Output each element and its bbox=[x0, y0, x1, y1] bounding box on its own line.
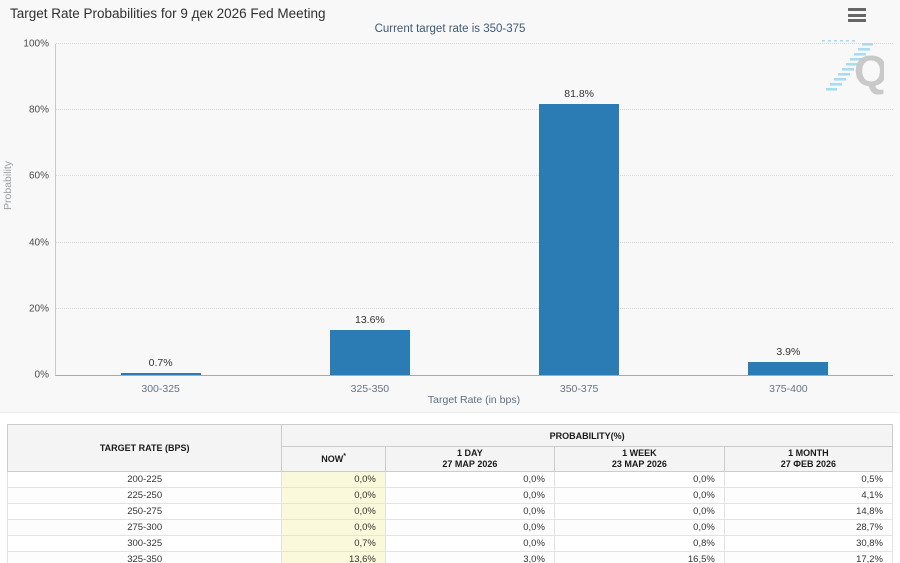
probability-now-cell: 0,0% bbox=[282, 472, 386, 488]
probability-now-cell: 0,7% bbox=[282, 536, 386, 552]
plot-area: 0%20%40%60%80%100%0.7%300-32513.6%325-35… bbox=[55, 44, 893, 376]
y-axis-tick-label: 60% bbox=[29, 171, 49, 182]
current-target-rate-subtitle: Current target rate is 350-375 bbox=[0, 23, 900, 35]
probability-1week-cell: 0,0% bbox=[554, 504, 724, 520]
probability-bar[interactable] bbox=[330, 330, 410, 375]
rate-cell: 275-300 bbox=[8, 520, 282, 536]
probability-1month-cell: 14,8% bbox=[724, 504, 892, 520]
y-axis-tick-label: 20% bbox=[29, 303, 49, 314]
rate-cell: 225-250 bbox=[8, 488, 282, 504]
rate-cell: 200-225 bbox=[8, 472, 282, 488]
probability-1month-cell: 17,2% bbox=[724, 552, 892, 563]
quandl-watermark-icon: Q bbox=[820, 40, 884, 100]
table-row: 200-2250,0%0,0%0,0%0,5% bbox=[8, 472, 893, 488]
probability-now-cell: 0,0% bbox=[282, 488, 386, 504]
column-header-1-month: 1 MONTH 27 ФЕВ 2026 bbox=[724, 447, 892, 472]
probability-bar[interactable] bbox=[121, 373, 201, 375]
probability-1day-cell: 0,0% bbox=[385, 536, 554, 552]
probability-1month-cell: 28,7% bbox=[724, 520, 892, 536]
probability-1week-cell: 0,8% bbox=[554, 536, 724, 552]
y-axis-tick-label: 0% bbox=[35, 370, 49, 381]
probability-1day-cell: 0,0% bbox=[385, 520, 554, 536]
chart-title: Target Rate Probabilities for 9 дек 2026… bbox=[10, 6, 325, 21]
table-row: 275-3000,0%0,0%0,0%28,7% bbox=[8, 520, 893, 536]
gridline bbox=[56, 308, 893, 309]
probability-1month-cell: 4,1% bbox=[724, 488, 892, 504]
gridline bbox=[56, 43, 893, 44]
probability-1day-cell: 0,0% bbox=[385, 488, 554, 504]
rate-cell: 325-350 bbox=[8, 552, 282, 563]
column-header-now: NOW* bbox=[282, 447, 386, 472]
rate-cell: 300-325 bbox=[8, 536, 282, 552]
bar-value-label: 13.6% bbox=[355, 314, 385, 326]
table-row: 300-3250,7%0,0%0,8%30,8% bbox=[8, 536, 893, 552]
probability-1month-cell: 0,5% bbox=[724, 472, 892, 488]
probability-now-cell: 0,0% bbox=[282, 504, 386, 520]
probability-bar[interactable] bbox=[748, 362, 828, 375]
probability-now-cell: 0,0% bbox=[282, 520, 386, 536]
x-axis-title: Target Rate (in bps) bbox=[55, 394, 893, 406]
table-row: 325-35013,6%3,0%16,5%17,2% bbox=[8, 552, 893, 563]
bar-value-label: 81.8% bbox=[564, 88, 594, 100]
column-header-target-rate: TARGET RATE (BPS) bbox=[8, 425, 282, 472]
probability-1day-cell: 0,0% bbox=[385, 504, 554, 520]
hamburger-menu-icon[interactable] bbox=[848, 8, 866, 22]
y-axis-tick-label: 100% bbox=[23, 39, 49, 50]
probability-1week-cell: 0,0% bbox=[554, 472, 724, 488]
gridline bbox=[56, 175, 893, 176]
column-header-1-week: 1 WEEK 23 МАР 2026 bbox=[554, 447, 724, 472]
table-row: 250-2750,0%0,0%0,0%14,8% bbox=[8, 504, 893, 520]
column-header-probability-group: PROBABILITY(%) bbox=[282, 425, 893, 447]
gridline bbox=[56, 109, 893, 110]
fedwatch-tool: Target Rate Probabilities for 9 дек 2026… bbox=[0, 0, 900, 563]
probability-chart-panel: Target Rate Probabilities for 9 дек 2026… bbox=[0, 0, 900, 413]
probability-now-cell: 13,6% bbox=[282, 552, 386, 563]
y-axis-title: Probability bbox=[2, 161, 14, 210]
probability-1month-cell: 30,8% bbox=[724, 536, 892, 552]
probability-1week-cell: 16,5% bbox=[554, 552, 724, 563]
gridline bbox=[56, 242, 893, 243]
rate-cell: 250-275 bbox=[8, 504, 282, 520]
y-axis-tick-label: 40% bbox=[29, 237, 49, 248]
column-header-1-day: 1 DAY 27 МАР 2026 bbox=[385, 447, 554, 472]
bar-value-label: 0.7% bbox=[149, 357, 173, 369]
bar-value-label: 3.9% bbox=[776, 346, 800, 358]
probability-1week-cell: 0,0% bbox=[554, 520, 724, 536]
probability-1week-cell: 0,0% bbox=[554, 488, 724, 504]
probability-1day-cell: 3,0% bbox=[385, 552, 554, 563]
table-row: 225-2500,0%0,0%0,0%4,1% bbox=[8, 488, 893, 504]
probability-table: TARGET RATE (BPS) PROBABILITY(%) NOW* 1 … bbox=[7, 424, 893, 563]
y-axis-tick-label: 80% bbox=[29, 105, 49, 116]
probability-bar[interactable] bbox=[539, 104, 619, 375]
probability-1day-cell: 0,0% bbox=[385, 472, 554, 488]
svg-text:Q: Q bbox=[854, 47, 884, 96]
